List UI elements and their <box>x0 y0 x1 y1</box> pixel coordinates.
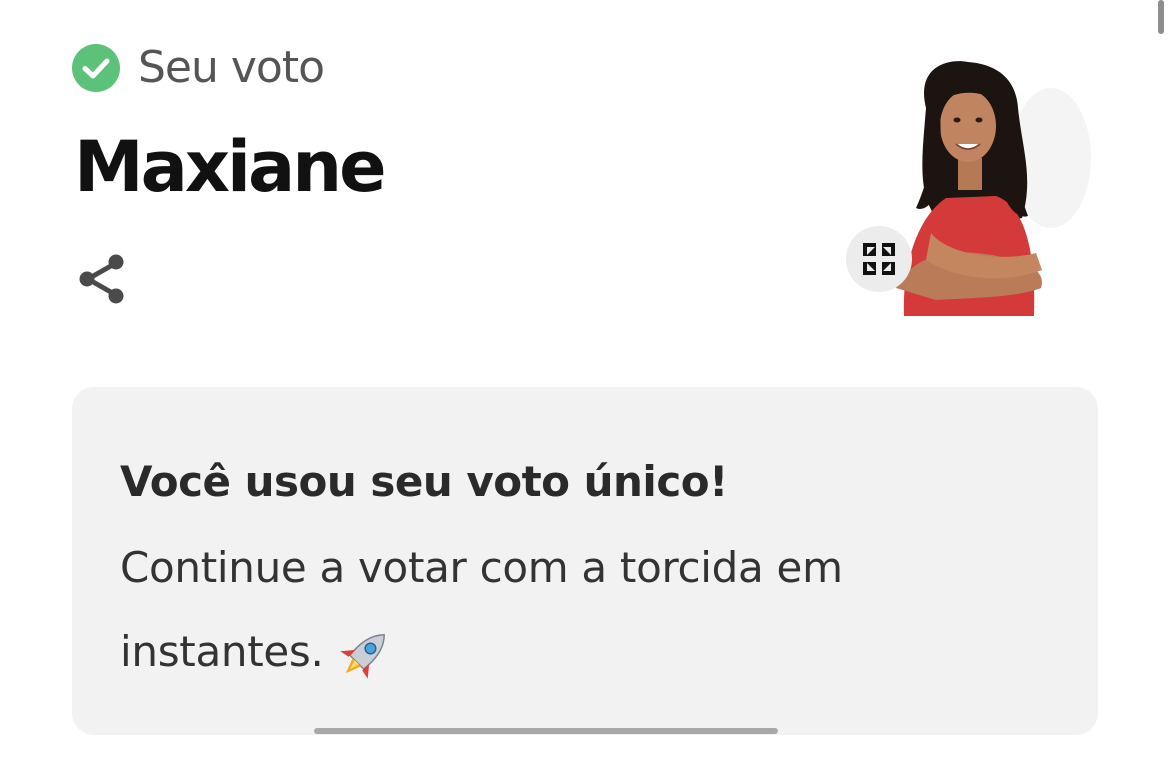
message-card: Você usou seu voto único! Continue a vot… <box>72 387 1098 735</box>
candidate-name: Maxiane <box>74 126 387 208</box>
expand-photo-button[interactable] <box>846 226 912 292</box>
vote-confirmation-screen: Seu voto Maxiane Você usou seu voto únic… <box>0 0 1170 765</box>
share-icon[interactable] <box>76 252 130 306</box>
rocket-icon <box>339 634 385 679</box>
message-title: Você usou seu voto único! <box>120 457 728 506</box>
message-body-text: Continue a votar com a torcida em instan… <box>120 542 843 676</box>
candidate-photo-container <box>846 48 1098 316</box>
message-body: Continue a votar com a torcida em instan… <box>120 526 920 694</box>
horizontal-scrollbar[interactable] <box>314 728 778 734</box>
scrollbar[interactable] <box>1158 0 1164 34</box>
vote-status: Seu voto <box>72 42 325 93</box>
vote-status-label: Seu voto <box>138 42 325 93</box>
expand-icon <box>863 243 895 275</box>
check-circle-icon <box>72 44 120 92</box>
